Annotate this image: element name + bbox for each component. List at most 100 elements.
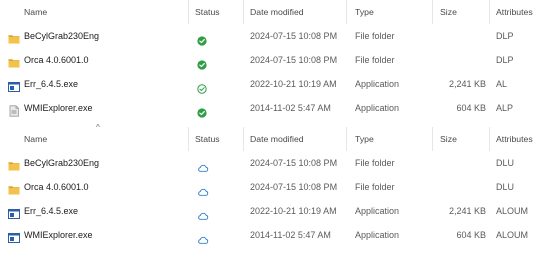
column-divider[interactable] (243, 0, 244, 24)
attributes-cell: DLP (496, 31, 514, 41)
date-modified-cell: 2014-11-02 5:47 AM (250, 230, 331, 240)
column-header-size[interactable]: Size (440, 130, 457, 148)
size-cell: 2,241 KB (448, 206, 486, 216)
date-modified-cell: 2014-11-02 5:47 AM (250, 103, 331, 113)
file-list-pane-top: ^ Name Status Date modified Type Size At… (0, 0, 548, 120)
table-row[interactable]: Orca 4.0.6001.0 2024-07-15 10:08 PM File… (0, 48, 548, 72)
status-cell (195, 223, 231, 247)
name-cell[interactable]: Err_6.4.5.exe (8, 199, 184, 223)
size-cell: 604 KB (456, 103, 486, 113)
sort-ascending-icon: ^ (96, 123, 100, 132)
column-header-name[interactable]: Name (24, 3, 47, 21)
exe-window-icon (8, 229, 20, 243)
column-header-type[interactable]: Type (355, 3, 374, 21)
type-cell: Application (355, 206, 400, 216)
column-divider[interactable] (243, 127, 244, 151)
type-cell: File folder (355, 55, 395, 65)
column-divider[interactable] (346, 127, 347, 151)
attributes-cell: DLU (496, 158, 515, 168)
name-cell[interactable]: Orca 4.0.6001.0 (8, 175, 184, 199)
column-divider[interactable] (489, 127, 490, 151)
type-cell: Application (355, 79, 400, 89)
file-list-rows-top: BeCylGrab230Eng 2024-07-15 10:08 PM File… (0, 24, 548, 120)
column-divider[interactable] (346, 0, 347, 24)
size-cell: 2,241 KB (448, 79, 486, 89)
folder-icon (8, 157, 20, 171)
table-row[interactable]: WMIExplorer.exe 2014-11-02 5:47 AM Appli… (0, 223, 548, 247)
status-cell (195, 151, 231, 175)
column-header-status[interactable]: Status (195, 3, 220, 21)
available-outline-icon (197, 79, 207, 94)
synced-filled-icon (197, 55, 207, 70)
file-name: Err_6.4.5.exe (24, 79, 79, 89)
file-list-rows-bottom: BeCylGrab230Eng 2024-07-15 10:08 PM File… (0, 151, 548, 247)
type-cell: Application (355, 230, 400, 240)
column-header-type[interactable]: Type (355, 130, 374, 148)
name-cell[interactable]: BeCylGrab230Eng (8, 24, 184, 48)
synced-filled-icon (197, 103, 207, 118)
date-modified-cell: 2024-07-15 10:08 PM (250, 158, 338, 168)
date-modified-cell: 2022-10-21 10:19 AM (250, 79, 337, 89)
cloud-icon (197, 230, 209, 244)
type-cell: File folder (355, 31, 395, 41)
table-row[interactable]: Err_6.4.5.exe 2022-10-21 10:19 AM Applic… (0, 199, 548, 223)
attributes-cell: DLU (496, 182, 515, 192)
type-cell: File folder (355, 182, 395, 192)
size-cell (440, 175, 486, 199)
file-name: BeCylGrab230Eng (24, 31, 100, 41)
type-cell: File folder (355, 158, 395, 168)
attributes-cell: ALP (496, 103, 514, 113)
name-cell[interactable]: WMIExplorer.exe (8, 96, 184, 120)
column-divider[interactable] (188, 127, 189, 151)
table-row[interactable]: Orca 4.0.6001.0 2024-07-15 10:08 PM File… (0, 175, 548, 199)
name-cell[interactable]: Orca 4.0.6001.0 (8, 48, 184, 72)
cloud-icon (197, 206, 209, 220)
attributes-cell: ALOUM (496, 206, 529, 216)
column-header-name[interactable]: Name (24, 130, 47, 148)
column-header-size[interactable]: Size (440, 3, 457, 21)
size-cell: 604 KB (456, 230, 486, 240)
size-cell (440, 151, 486, 175)
folder-icon (8, 181, 20, 195)
attributes-cell: AL (496, 79, 508, 89)
date-modified-cell: 2022-10-21 10:19 AM (250, 206, 337, 216)
synced-filled-icon (197, 31, 207, 46)
name-cell[interactable]: Err_6.4.5.exe (8, 72, 184, 96)
size-cell (440, 48, 486, 72)
file-name: BeCylGrab230Eng (24, 158, 100, 168)
table-row[interactable]: Err_6.4.5.exe 2022-10-21 10:19 AM Applic… (0, 72, 548, 96)
column-header-status[interactable]: Status (195, 130, 220, 148)
exe-window-icon (8, 78, 20, 92)
column-divider[interactable] (188, 0, 189, 24)
size-cell (440, 24, 486, 48)
column-divider[interactable] (489, 0, 490, 24)
exe-window-icon (8, 205, 20, 219)
cloud-icon (197, 158, 209, 172)
date-modified-cell: 2024-07-15 10:08 PM (250, 55, 338, 65)
date-modified-cell: 2024-07-15 10:08 PM (250, 182, 338, 192)
table-row[interactable]: BeCylGrab230Eng 2024-07-15 10:08 PM File… (0, 151, 548, 175)
column-header-date-modified[interactable]: Date modified (250, 3, 304, 21)
exe-generic-icon (8, 102, 20, 117)
file-name: WMIExplorer.exe (24, 230, 93, 240)
file-name: Orca 4.0.6001.0 (24, 182, 89, 192)
name-cell[interactable]: WMIExplorer.exe (8, 223, 184, 247)
column-header-date-modified[interactable]: Date modified (250, 130, 304, 148)
table-row[interactable]: WMIExplorer.exe 2014-11-02 5:47 AM Appli… (0, 96, 548, 120)
column-divider[interactable] (432, 0, 433, 24)
status-cell (195, 96, 231, 120)
table-row[interactable]: BeCylGrab230Eng 2024-07-15 10:08 PM File… (0, 24, 548, 48)
file-list-pane-bottom: ^ Name Status Date modified Type Size At… (0, 123, 548, 247)
attributes-cell: ALOUM (496, 230, 529, 240)
cloud-icon (197, 182, 209, 196)
column-header-attributes[interactable]: Attributes (496, 130, 533, 148)
folder-icon (8, 30, 20, 44)
name-cell[interactable]: BeCylGrab230Eng (8, 151, 184, 175)
file-name: WMIExplorer.exe (24, 103, 93, 113)
folder-icon (8, 54, 20, 68)
column-header-attributes[interactable]: Attributes (496, 3, 533, 21)
column-divider[interactable] (432, 127, 433, 151)
status-cell (195, 175, 231, 199)
status-cell (195, 72, 231, 96)
status-cell (195, 24, 231, 48)
